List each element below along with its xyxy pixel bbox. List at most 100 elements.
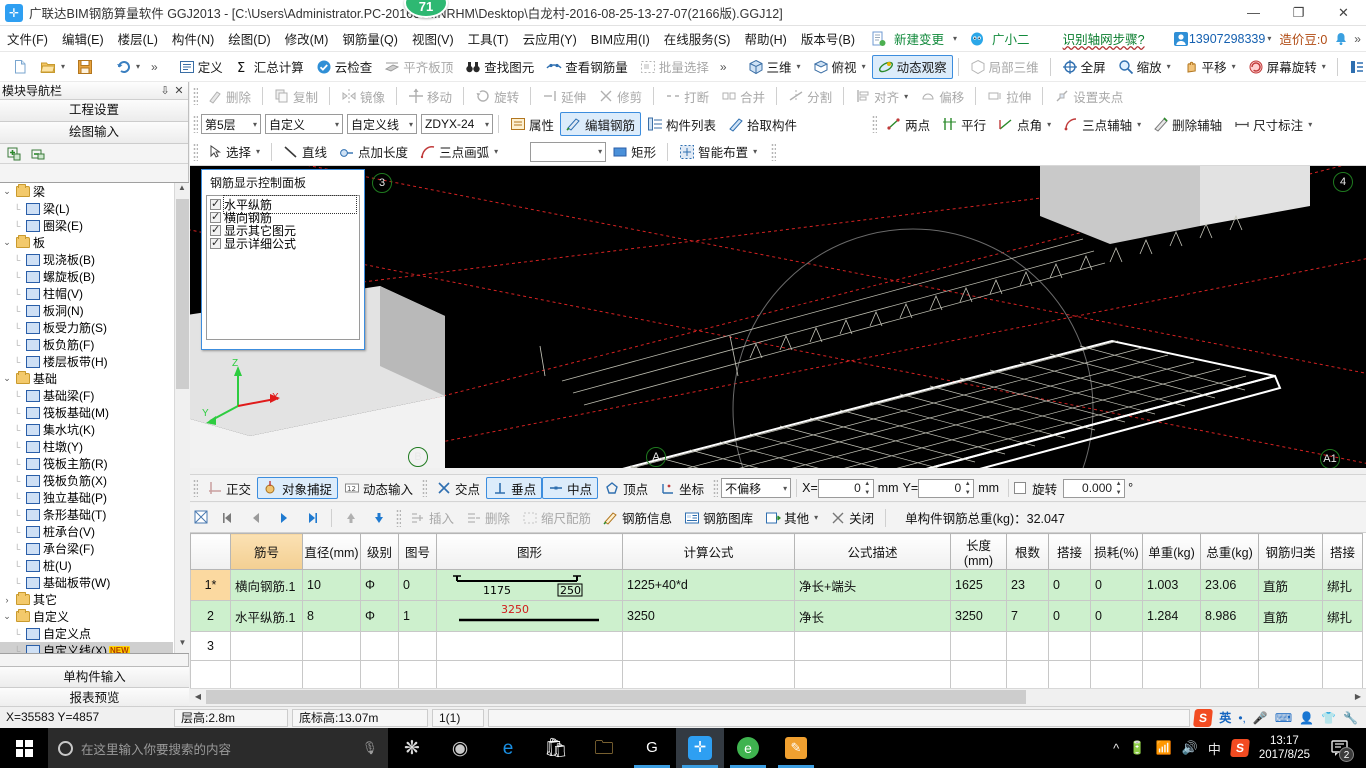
prev-record-button[interactable]: [242, 506, 270, 530]
rebar-display-control-panel[interactable]: 钢筋显示控制面板 水平纵筋横向钢筋显示其它图元显示详细公式: [201, 169, 365, 350]
cell-unit_w[interactable]: [1142, 660, 1201, 688]
comp-component-list-button[interactable]: 构件列表: [641, 112, 722, 136]
action-center-icon[interactable]: 2: [1320, 728, 1360, 768]
edit-extend-button[interactable]: 延伸: [536, 84, 592, 108]
tree-scroll-up-icon[interactable]: ▲: [175, 183, 189, 198]
menu-item-11[interactable]: 在线服务(S): [657, 26, 738, 51]
column-header-count[interactable]: 根数: [1006, 533, 1049, 570]
tree-item-15[interactable]: └ 柱墩(Y): [0, 438, 173, 455]
cell-desc[interactable]: 净长: [794, 600, 951, 632]
cell-count[interactable]: [1006, 660, 1049, 688]
tree-item-9[interactable]: └ 板负筋(F): [0, 336, 173, 353]
column-header-loss[interactable]: 损耗(%): [1090, 533, 1143, 570]
chevron-down-icon[interactable]: ▾: [1167, 62, 1171, 71]
save-button[interactable]: [71, 55, 99, 79]
rebar-table[interactable]: 筋号 直径(mm) 级别 图号 图形 计算公式 公式描述 长度(mm) 根数 搭接 损耗(%) 单重(…: [190, 533, 1366, 688]
type-select[interactable]: 自定义线 ▾: [347, 114, 417, 134]
cell-desc[interactable]: [794, 631, 951, 661]
cell-lap_form[interactable]: [1322, 631, 1363, 661]
tree-item-26[interactable]: └ 自定义点: [0, 625, 173, 642]
cell-formula[interactable]: 1225+40*d: [622, 569, 795, 601]
rebar-delete-row-button[interactable]: 删除: [460, 506, 516, 530]
chevron-down-icon[interactable]: ▾: [862, 62, 866, 71]
volume-icon[interactable]: 🔊: [1182, 740, 1198, 756]
menu-item-6[interactable]: 钢筋量(Q): [335, 26, 405, 51]
tree-item-6[interactable]: └ 柱帽(V): [0, 285, 173, 302]
cell-rownum[interactable]: [190, 660, 231, 688]
view-fullscreen-button[interactable]: 全屏: [1056, 55, 1112, 79]
sogou-icon[interactable]: S: [1193, 708, 1214, 727]
taskbar-search-input[interactable]: 在这里输入你要搜索的内容 🎙: [48, 728, 388, 768]
rebar-scale-rebar-button[interactable]: 缩尺配筋: [516, 506, 597, 530]
hscroll-right-icon[interactable]: ▶: [1350, 692, 1366, 701]
next-record-button[interactable]: [270, 506, 298, 530]
tree-expander-icon[interactable]: ⌄: [0, 237, 14, 248]
cell-class[interactable]: [1258, 631, 1323, 661]
column-header-formula[interactable]: 计算公式: [622, 533, 795, 570]
chevron-down-icon[interactable]: ▾: [256, 147, 260, 156]
cell-loss[interactable]: 0: [1090, 569, 1143, 601]
battery-icon[interactable]: 🔋: [1129, 740, 1145, 756]
cell-shape[interactable]: [436, 631, 623, 661]
first-record-button[interactable]: [214, 506, 242, 530]
axis-bubble-4[interactable]: 4: [1333, 172, 1353, 192]
tree-item-24[interactable]: › 其它: [0, 591, 173, 608]
soft-keyboard-icon[interactable]: ⌨: [1275, 711, 1292, 725]
cell-total_w[interactable]: [1200, 631, 1259, 661]
tree-item-3[interactable]: ⌄ 板: [0, 234, 173, 251]
cell-diameter[interactable]: [302, 660, 361, 688]
axis-bubble-A1[interactable]: A1: [1320, 449, 1340, 468]
cell-length[interactable]: [950, 660, 1007, 688]
move-up-button[interactable]: [337, 506, 365, 530]
taskbar-task-view-icon[interactable]: ❋: [388, 728, 436, 768]
single-component-input-button[interactable]: 单构件输入: [0, 666, 189, 688]
cell-name[interactable]: [230, 631, 303, 661]
axis-parallel-button[interactable]: 平行: [936, 112, 992, 136]
toolbar-overflow-left[interactable]: »: [146, 60, 163, 74]
chevron-down-icon[interactable]: ▾: [1322, 62, 1326, 71]
snap-mode-ortho[interactable]: 正交: [201, 477, 257, 499]
menu-item-0[interactable]: 文件(F): [0, 26, 55, 51]
cell-grade[interactable]: [360, 631, 399, 661]
checkbox-icon[interactable]: [210, 236, 221, 249]
tree-expander-icon[interactable]: ⌄: [0, 611, 14, 622]
last-record-button[interactable]: [298, 506, 326, 530]
project-settings-button[interactable]: 工程设置: [0, 100, 188, 122]
menu-item-1[interactable]: 编辑(E): [55, 26, 111, 51]
cell-shape[interactable]: [436, 660, 623, 688]
maximize-button[interactable]: ❐: [1276, 0, 1321, 26]
toolbar-left-chevron[interactable]: »: [715, 60, 732, 74]
edit-stretch-button[interactable]: 拉伸: [981, 84, 1037, 108]
cell-unit_w[interactable]: 1.003: [1142, 569, 1201, 601]
menu-item-9[interactable]: 云应用(Y): [516, 26, 584, 51]
cell-unit_w[interactable]: 1.284: [1142, 600, 1201, 632]
move-down-button[interactable]: [365, 506, 393, 530]
tray-ime-indicator[interactable]: 中: [1208, 739, 1221, 758]
edit-grip-button[interactable]: 设置夹点: [1048, 84, 1129, 108]
shape-rectangle-button[interactable]: 矩形: [606, 140, 662, 164]
beans-balance[interactable]: 造价豆:0: [1279, 29, 1327, 48]
draw-cursor-button[interactable]: 选择 ▾: [201, 140, 266, 164]
main-define-button[interactable]: 定义: [173, 55, 229, 79]
collapse-all-icon[interactable]: [30, 146, 46, 162]
punctuation-icon[interactable]: •,: [1238, 711, 1246, 725]
edit-move-button[interactable]: 移动: [402, 84, 458, 108]
axis-three-point-axis-button[interactable]: 三点辅轴 ▾: [1057, 112, 1147, 136]
windows-start-icon[interactable]: [0, 728, 48, 768]
axis-delete-axis-button[interactable]: 删除辅轴: [1147, 112, 1228, 136]
rotate-input[interactable]: 0.000 ▲ ▼: [1063, 478, 1126, 498]
pin-icon[interactable]: ⇩: [158, 84, 172, 97]
cell-lap[interactable]: [1048, 631, 1091, 661]
tree-item-27[interactable]: └ 自定义线(X) NEW: [0, 642, 173, 653]
tree-item-1[interactable]: └ 梁(L): [0, 200, 173, 217]
cell-lap[interactable]: [1048, 660, 1091, 688]
cell-figure_no[interactable]: [398, 660, 437, 688]
chevron-down-icon[interactable]: ▾: [494, 147, 498, 156]
column-header-shape[interactable]: 图形: [436, 533, 623, 570]
comp-edit-rebar-button[interactable]: 编辑钢筋: [560, 112, 642, 136]
rotate-spinner[interactable]: ▲ ▼: [1114, 481, 1123, 496]
snap-point-intersection[interactable]: 交点: [430, 477, 486, 499]
edit-rotate-button[interactable]: 旋转: [469, 84, 525, 108]
drawing-input-button[interactable]: 绘图输入: [0, 122, 188, 144]
cell-desc[interactable]: [794, 660, 951, 688]
